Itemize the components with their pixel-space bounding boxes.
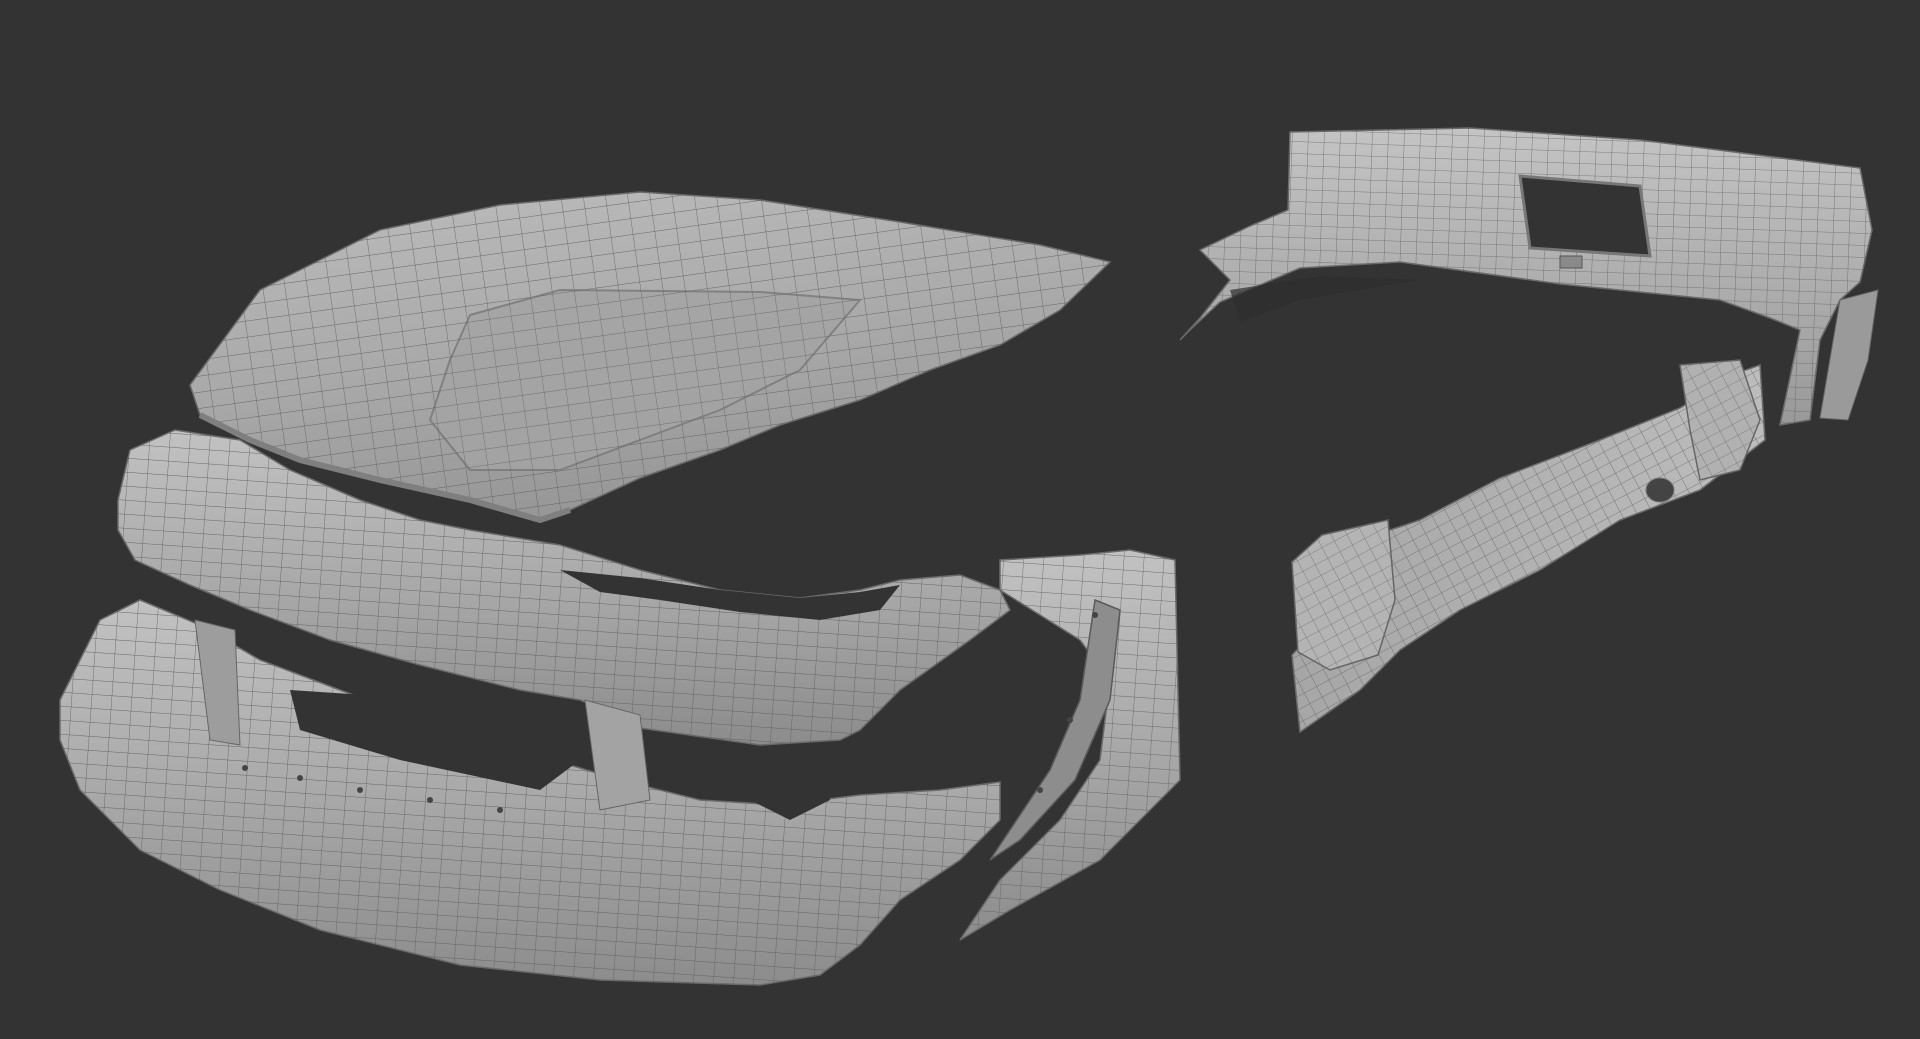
3d-viewport[interactable] bbox=[0, 0, 1920, 1039]
scene-canvas[interactable] bbox=[0, 0, 1920, 1039]
